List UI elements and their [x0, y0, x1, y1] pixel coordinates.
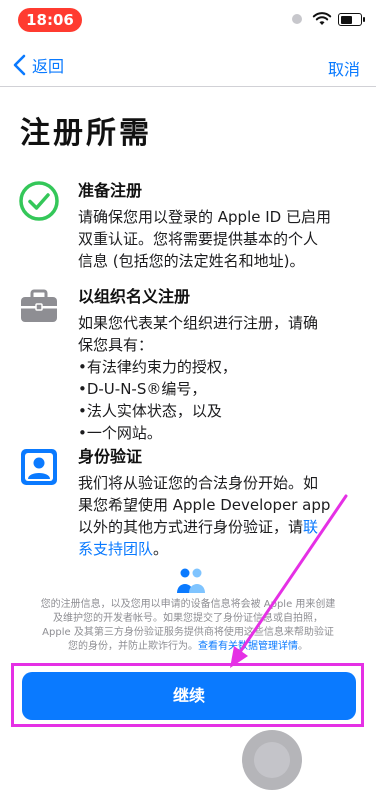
text-line: 请确保您用以登录的 Apple ID 已启用	[78, 208, 331, 226]
text-fragment: 以外的其他方式进行身份验证，请	[78, 518, 304, 536]
signal-dot-icon	[292, 14, 302, 24]
section-text: 请确保您用以登录的 Apple ID 已启用 双重认证。您将需要提供基本的个人 …	[78, 206, 362, 272]
privacy-line: 您的身份，并防止欺诈行为。查看有关数据管理详情。	[26, 640, 350, 654]
status-time: 18:06	[18, 8, 82, 32]
section-title: 身份验证	[78, 447, 143, 466]
text-fragment: 。	[153, 540, 169, 558]
text-line: •一个网站。	[78, 424, 162, 442]
section-text: 我们将从验证您的合法身份开始。如 果您希望使用 Apple Developer …	[78, 472, 362, 560]
section-body: 准备注册 请确保您用以登录的 Apple ID 已启用 双重认证。您将需要提供基…	[78, 180, 362, 272]
section-text: 如果您代表某个组织进行注册，请确 保您具有： •有法律约束力的授权， •D-U-…	[78, 312, 362, 444]
navigation-bar: 返回 取消	[0, 44, 376, 87]
privacy-notice: 您的注册信息，以及您用以申请的设备信息将会被 Apple 用来创建 及维护您的开…	[26, 598, 350, 654]
contact-support-link[interactable]: 联	[303, 518, 318, 536]
page-title: 注册所需	[20, 116, 152, 151]
text-line: 信息 (包括您的法定姓名和地址)。	[78, 252, 305, 270]
text-fragment: 您的身份，并防止欺诈行为。	[68, 641, 198, 652]
text-line: •法人实体状态，以及	[78, 402, 222, 420]
section-title: 以组织名义注册	[78, 287, 191, 306]
text-fragment: 。	[298, 641, 308, 652]
privacy-line: 及维护您的开发者帐号。如果您提交了身份证信息或自拍照，	[53, 613, 323, 624]
text-line: 系支持团队。	[78, 538, 362, 560]
text-line: 我们将从验证您的合法身份开始。如	[78, 474, 319, 492]
highlight-box	[11, 663, 364, 727]
person-badge-icon	[21, 449, 57, 485]
privacy-line: 您的注册信息，以及您用以申请的设备信息将会被 Apple 用来创建	[40, 599, 336, 610]
data-management-link[interactable]: 查看有关数据管理详情	[198, 641, 298, 652]
status-bar: 18:06	[0, 0, 376, 40]
text-line: 果您希望使用 Apple Developer app	[78, 496, 331, 514]
chevron-left-icon	[13, 54, 26, 76]
back-label: 返回	[32, 57, 65, 76]
section-body: 身份验证 我们将从验证您的合法身份开始。如 果您希望使用 Apple Devel…	[78, 446, 362, 560]
text-line: 如果您代表某个组织进行注册，请确	[78, 314, 319, 332]
text-line: 双重认证。您将需要提供基本的个人	[78, 230, 319, 248]
people-icon	[177, 568, 205, 593]
assistive-touch-button[interactable]	[242, 730, 302, 790]
section-title: 准备注册	[78, 181, 143, 200]
screen: 18:06 返回 取消 注册所需 准备注册 请确保您用以登录的 Apple ID…	[0, 0, 376, 801]
wifi-icon	[312, 12, 332, 25]
battery-icon	[338, 13, 365, 26]
checkmark-circle-icon	[19, 181, 59, 221]
back-button[interactable]: 返回	[12, 52, 64, 78]
privacy-line: Apple 及其第三方身份验证服务提供商将使用这些信息来帮助验证	[42, 627, 334, 638]
briefcase-icon	[21, 289, 57, 322]
section-body: 以组织名义注册 如果您代表某个组织进行注册，请确 保您具有： •有法律约束力的授…	[78, 286, 362, 444]
cancel-button[interactable]: 取消	[328, 56, 360, 80]
contact-support-link-cont[interactable]: 系支持团队	[78, 540, 153, 558]
text-line: 以外的其他方式进行身份验证，请联	[78, 516, 362, 538]
text-line: •D-U-N-S®编号，	[78, 380, 207, 398]
text-line: •有法律约束力的授权，	[78, 358, 237, 376]
text-line: 保您具有：	[78, 336, 154, 354]
